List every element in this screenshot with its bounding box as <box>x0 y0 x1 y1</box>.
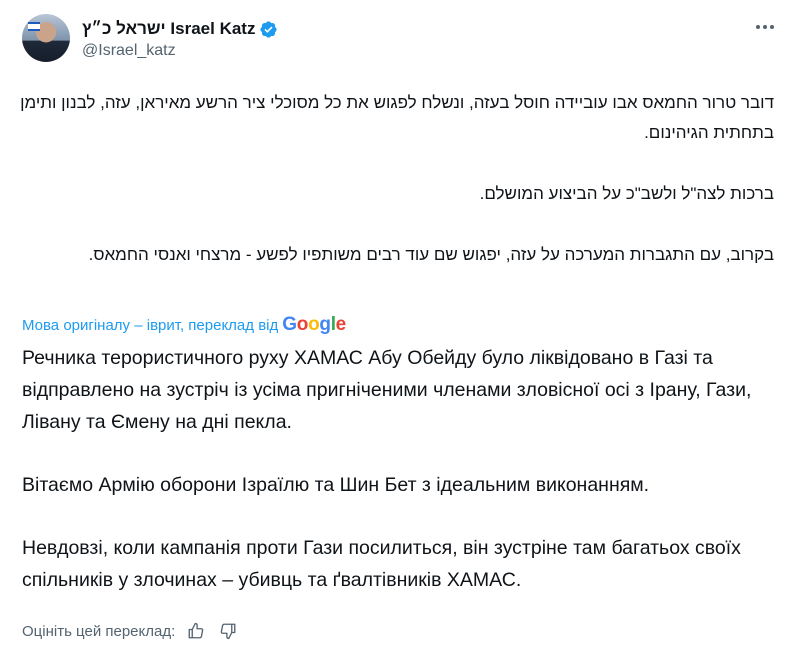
original-paragraph: דובר טרור החמאס אבו עוביידה חוסל בעזה, ו… <box>20 93 774 142</box>
more-options-button[interactable] <box>752 14 778 40</box>
translated-paragraph: Невдовзі, коли кампанія проти Гази посил… <box>22 537 741 591</box>
more-dot <box>770 25 774 29</box>
translated-tweet-text: Речника терористичного руху ХАМАС Абу Об… <box>22 342 772 596</box>
translation-note[interactable]: Мова оригіналу – іврит, переклад від <box>22 317 278 334</box>
thumbs-up-button[interactable] <box>185 620 207 642</box>
google-logo: Google <box>282 314 346 335</box>
author-name-row[interactable]: ישראל כ״ץ Israel Katz <box>82 18 278 40</box>
rate-translation-row: Оцініть цей переклад: <box>22 617 239 645</box>
original-tweet-text: דובר טרור החמאס אבו עוביידה חוסל בעזה, ו… <box>18 88 774 270</box>
avatar[interactable] <box>22 14 70 62</box>
more-dot <box>763 25 767 29</box>
translated-paragraph: Речника терористичного руху ХАМАС Абу Об… <box>22 347 752 433</box>
more-horizontal-icon <box>756 25 760 29</box>
author-handle[interactable]: @Israel_katz <box>82 42 176 60</box>
rate-translation-label: Оцініть цей переклад: <box>22 622 176 640</box>
thumbs-up-icon <box>188 622 204 639</box>
author-display-name[interactable]: ישראל כ״ץ Israel Katz <box>82 19 255 39</box>
thumbs-down-button[interactable] <box>217 620 239 642</box>
flag-pin-icon <box>28 22 40 31</box>
tweet-header: ישראל כ״ץ Israel Katz @Israel_katz <box>22 14 782 66</box>
thumbs-down-icon <box>220 623 236 640</box>
translated-paragraph: Вітаємо Армію оборони Ізраїлю та Шин Бет… <box>22 474 650 496</box>
original-paragraph: בקרוב, עם התגברות המערכה על עזה, יפגוש ש… <box>88 245 774 264</box>
verified-badge-icon <box>260 20 278 38</box>
translation-attribution[interactable]: Мова оригіналу – іврит, переклад від Goo… <box>22 314 346 336</box>
original-paragraph: ברכות לצה"ל ולשב"כ על הביצוע המושלם. <box>479 184 774 203</box>
